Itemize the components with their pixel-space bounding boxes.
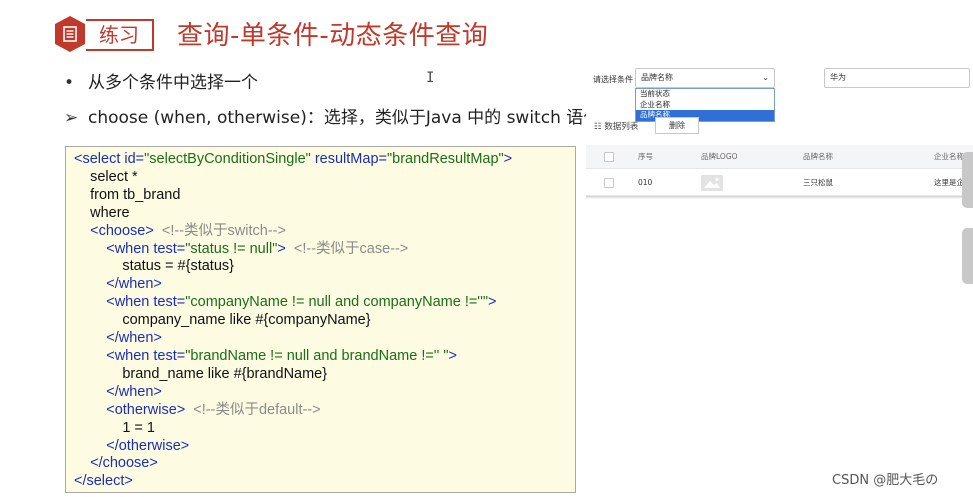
code-line: select *	[74, 168, 138, 185]
delete-button[interactable]: 删除	[655, 117, 699, 134]
watermark: CSDN @肥大毛の	[832, 473, 939, 488]
column-header-brand: 品牌名称	[803, 152, 833, 161]
code-line: </otherwise>	[74, 437, 190, 454]
code-snippet: <select id="selectByConditionSingle" res…	[65, 146, 576, 493]
slide-badge-icon	[55, 16, 85, 52]
table-row[interactable]: 010 三只松鼠 这里是企业	[586, 170, 973, 196]
dropdown-option-company[interactable]: 企业名称	[636, 100, 774, 111]
cell-seq: 010	[638, 178, 653, 187]
scroll-grip[interactable]	[962, 152, 973, 208]
image-placeholder-icon	[701, 175, 723, 191]
panel-shadow	[586, 196, 973, 199]
code-line: company_name like #{companyName}	[74, 312, 371, 329]
column-header-company: 企业名称	[934, 152, 964, 161]
code-line: </when>	[74, 330, 162, 347]
section-tag: 练习	[86, 19, 154, 51]
scroll-grip[interactable]	[962, 228, 973, 284]
code-line: <when test="companyName != null and comp…	[74, 294, 497, 311]
bullet-text: choose (when, otherwise)：选择，类似于Java 中的 s…	[88, 108, 601, 128]
column-header-seq: 序号	[638, 152, 653, 161]
code-line: <when test="brandName != null and brandN…	[74, 347, 457, 364]
code-line: </when>	[74, 383, 162, 400]
data-list-title: ☷ 数据列表	[594, 122, 639, 132]
arrow-bullet-icon: ➢	[64, 108, 79, 128]
brand-query-panel: 请选择条件 品牌名称 ⌄ 当前状态 企业名称 品牌名称 华为 ☷ 数据列表 删除…	[586, 58, 973, 198]
code-line: </select>	[74, 473, 133, 490]
chevron-down-icon: ⌄	[762, 73, 769, 82]
condition-select-value: 品牌名称	[641, 73, 673, 82]
filter-label: 请选择条件	[593, 75, 633, 84]
code-line: <select id="selectByConditionSingle" res…	[74, 151, 513, 167]
text-cursor-icon: I	[426, 70, 435, 86]
code-line: <otherwise> <!--类似于default-->	[74, 401, 321, 418]
bullet-item: ➢ choose (when, otherwise)：选择，类似于Java 中的 …	[64, 103, 600, 128]
code-line: from tb_brand	[74, 186, 181, 203]
slide-title: 查询-单条件-动态条件查询	[177, 21, 489, 51]
code-line: </when>	[74, 276, 162, 293]
cell-brand: 三只松鼠	[803, 178, 833, 187]
code-line: <when test="status != null"> <!--类似于case…	[74, 240, 409, 257]
condition-select[interactable]: 品牌名称 ⌄	[635, 68, 775, 88]
row-checkbox[interactable]	[604, 178, 614, 188]
table-header: 序号 品牌LOGO 品牌名称 企业名称	[586, 145, 973, 169]
code-line: <choose> <!--类似于switch-->	[74, 222, 286, 239]
code-line: where	[74, 204, 130, 221]
select-all-checkbox[interactable]	[604, 152, 614, 162]
bullet-item: • 从多个条件中选择一个	[64, 68, 258, 93]
search-input[interactable]: 华为	[824, 68, 970, 88]
dropdown-option-status[interactable]: 当前状态	[636, 89, 774, 100]
code-line: brand_name like #{brandName}	[74, 365, 328, 382]
column-header-logo: 品牌LOGO	[701, 152, 738, 161]
bullet-text: 从多个条件中选择一个	[88, 73, 258, 93]
code-line: status = #{status}	[74, 258, 234, 275]
bullet-dot-icon: •	[64, 73, 75, 93]
code-line: </choose>	[74, 455, 158, 472]
code-line: 1 = 1	[74, 419, 155, 436]
